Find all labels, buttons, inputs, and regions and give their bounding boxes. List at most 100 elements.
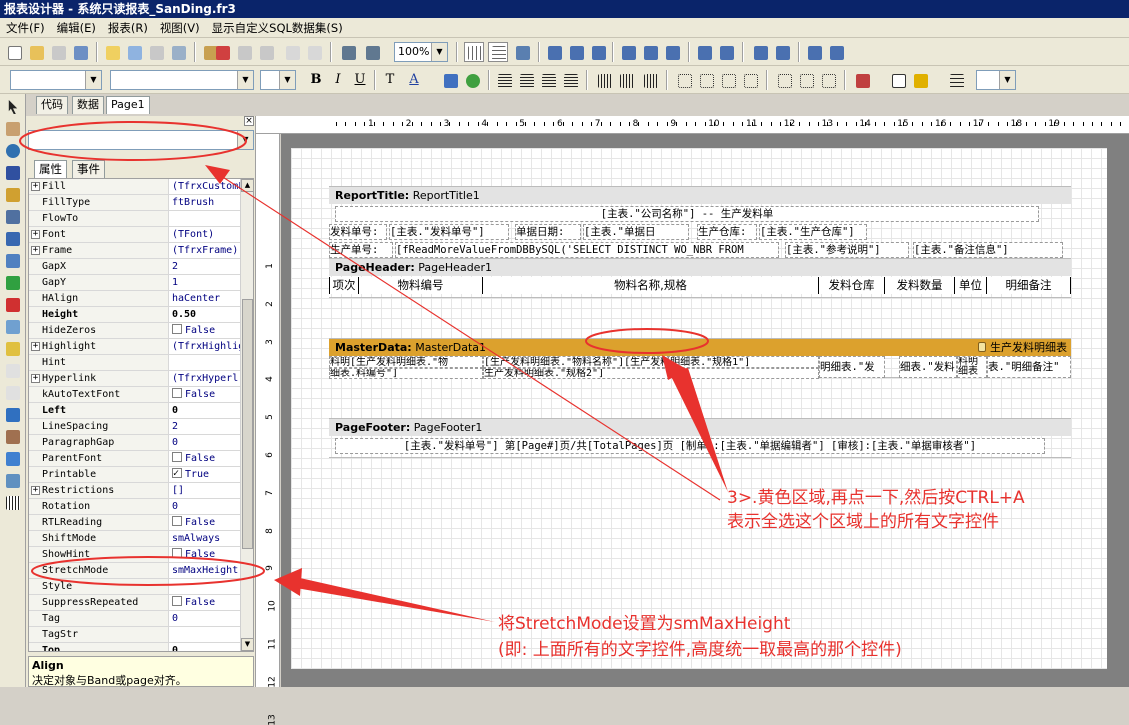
property-value[interactable]: False [170, 323, 242, 338]
paste-icon[interactable] [256, 42, 276, 62]
expand-icon[interactable]: + [31, 230, 40, 239]
property-value[interactable]: (TfrxHyperl: [170, 371, 242, 386]
checkbox-tool-icon[interactable] [4, 406, 22, 424]
band-page-header[interactable]: PageHeader: PageHeader1 [329, 258, 1071, 276]
col-header-remark[interactable]: 明细备注 [987, 277, 1071, 294]
frame-none-icon[interactable] [796, 70, 816, 90]
band-page-footer[interactable]: PageFooter: PageFooter1 [329, 418, 1071, 436]
center-h-icon[interactable] [750, 42, 770, 62]
company-title-text[interactable]: [主表."公司名称"] -- 生产发料单 [335, 206, 1039, 222]
system-text-icon[interactable] [4, 296, 22, 314]
property-value[interactable]: [] [170, 483, 242, 498]
detail-spec2-text[interactable]: 生产发料明细表."规格2"] [483, 368, 819, 379]
property-scrollbar[interactable]: ▲ ▼ [240, 179, 253, 651]
italic-icon[interactable]: I [328, 70, 348, 90]
frame-width-select[interactable]: ▼ [976, 70, 1016, 90]
property-value[interactable]: False [170, 595, 242, 610]
warehouse-field[interactable]: [主表."生产仓库"] [759, 224, 867, 240]
property-value[interactable]: False [170, 515, 242, 530]
property-value[interactable]: haCenter [170, 291, 242, 306]
frame-top-icon[interactable] [674, 70, 694, 90]
property-row[interactable]: HAlign haCenter [29, 291, 253, 307]
wo-no-label[interactable]: 生产单号: [329, 242, 393, 258]
band-report-title[interactable]: ReportTitle: ReportTitle1 [329, 186, 1071, 204]
property-row[interactable]: RTLReading False [29, 515, 253, 531]
frame-left-icon[interactable] [718, 70, 738, 90]
issue-no-label[interactable]: 发料单号: [329, 224, 387, 240]
menu-item-3[interactable]: 视图(V) [154, 20, 206, 36]
property-row[interactable]: Hint [29, 355, 253, 371]
underline-icon[interactable]: U [350, 70, 370, 90]
rectangle-icon[interactable] [4, 230, 22, 248]
pointer-icon[interactable] [4, 98, 22, 116]
align-top-icon[interactable] [618, 42, 638, 62]
detail-unit-text[interactable]: 料明细表 [957, 356, 987, 378]
frame-color-icon[interactable] [888, 70, 908, 90]
property-value[interactable]: True [170, 467, 242, 482]
property-row[interactable]: SuppressRepeated False [29, 595, 253, 611]
checkbox[interactable] [172, 324, 182, 334]
redo-icon[interactable] [304, 42, 324, 62]
format-painter-icon[interactable] [4, 186, 22, 204]
property-value[interactable]: (TfrxFrame) [170, 243, 242, 258]
property-value[interactable]: (TfrxHighlig [170, 339, 242, 354]
detail-qty-text[interactable]: 细表."发料 [899, 356, 957, 378]
property-value[interactable]: smAlways [170, 531, 242, 546]
text-justify-icon[interactable] [560, 70, 580, 90]
property-value[interactable]: (TfrxCustomF [170, 179, 242, 194]
picture-icon[interactable] [4, 274, 22, 292]
new-icon[interactable] [4, 42, 24, 62]
cut-icon[interactable] [212, 42, 232, 62]
property-row[interactable]: Style [29, 579, 253, 595]
align-bottom-icon[interactable] [662, 42, 682, 62]
property-value[interactable]: 0 [170, 611, 242, 626]
property-row[interactable]: TagStr [29, 627, 253, 643]
scroll-thumb[interactable] [242, 299, 253, 549]
property-row[interactable]: FlowTo [29, 211, 253, 227]
chart-icon[interactable] [4, 450, 22, 468]
property-row[interactable]: ParagraphGap 0 [29, 435, 253, 451]
group-icon[interactable] [362, 42, 382, 62]
property-row[interactable]: Frame + (TfrxFrame) [29, 243, 253, 259]
menu-item-4[interactable]: 显示自定义SQL数据集(S) [206, 20, 349, 36]
menu-item-0[interactable]: 文件(F) [0, 20, 51, 36]
expand-icon[interactable]: + [31, 342, 40, 351]
property-value[interactable]: ftBrush [170, 195, 242, 210]
detail-part-no-text-2[interactable]: 细表.料编号"] [329, 368, 483, 379]
preview-icon[interactable] [70, 42, 90, 62]
menu-item-1[interactable]: 编辑(E) [51, 20, 102, 36]
property-value[interactable]: False [170, 387, 242, 402]
property-value[interactable]: 2 [170, 419, 242, 434]
property-row[interactable]: Top 0 [29, 643, 253, 651]
property-value[interactable]: False [170, 451, 242, 466]
text-center-icon[interactable] [516, 70, 536, 90]
property-row[interactable]: ShiftMode smAlways [29, 531, 253, 547]
band-master-data[interactable]: MasterData: MasterData1 生产发料明细表 [329, 338, 1071, 356]
checkbox[interactable] [172, 388, 182, 398]
property-row[interactable]: Height 0.50 [29, 307, 253, 323]
zoom-select[interactable]: 100% ▼ [394, 42, 448, 62]
page-settings-icon[interactable] [168, 42, 188, 62]
center-v-icon[interactable] [772, 42, 792, 62]
font-color-icon[interactable]: A [404, 70, 424, 90]
property-row[interactable]: ShowHint False [29, 547, 253, 563]
align-middle-icon[interactable] [640, 42, 660, 62]
col-header-index[interactable]: 项次 [329, 277, 359, 294]
frame-bottom-icon[interactable] [696, 70, 716, 90]
doc-date-field[interactable]: [主表."单据日 [583, 224, 689, 240]
col-header-part-no[interactable]: 物料编号 [359, 277, 483, 294]
reference-field[interactable]: [主表."参考说明"] [785, 242, 909, 258]
tab-page1[interactable]: Page1 [106, 96, 150, 114]
menu-item-2[interactable]: 报表(R) [102, 20, 154, 36]
property-row[interactable]: Highlight + (TfrxHighlig [29, 339, 253, 355]
tab-events[interactable]: 事件 [72, 160, 105, 178]
frame-all-icon[interactable] [774, 70, 794, 90]
open-icon[interactable] [26, 42, 46, 62]
tab-code[interactable]: 代码 [36, 96, 68, 114]
property-value[interactable]: 2 [170, 259, 242, 274]
text-memo-icon[interactable] [4, 252, 22, 270]
cross-tab-icon[interactable] [4, 472, 22, 490]
text-left-icon[interactable] [494, 70, 514, 90]
col-header-part-name[interactable]: 物料名称,规格 [483, 277, 819, 294]
property-row[interactable]: Tag 0 [29, 611, 253, 627]
